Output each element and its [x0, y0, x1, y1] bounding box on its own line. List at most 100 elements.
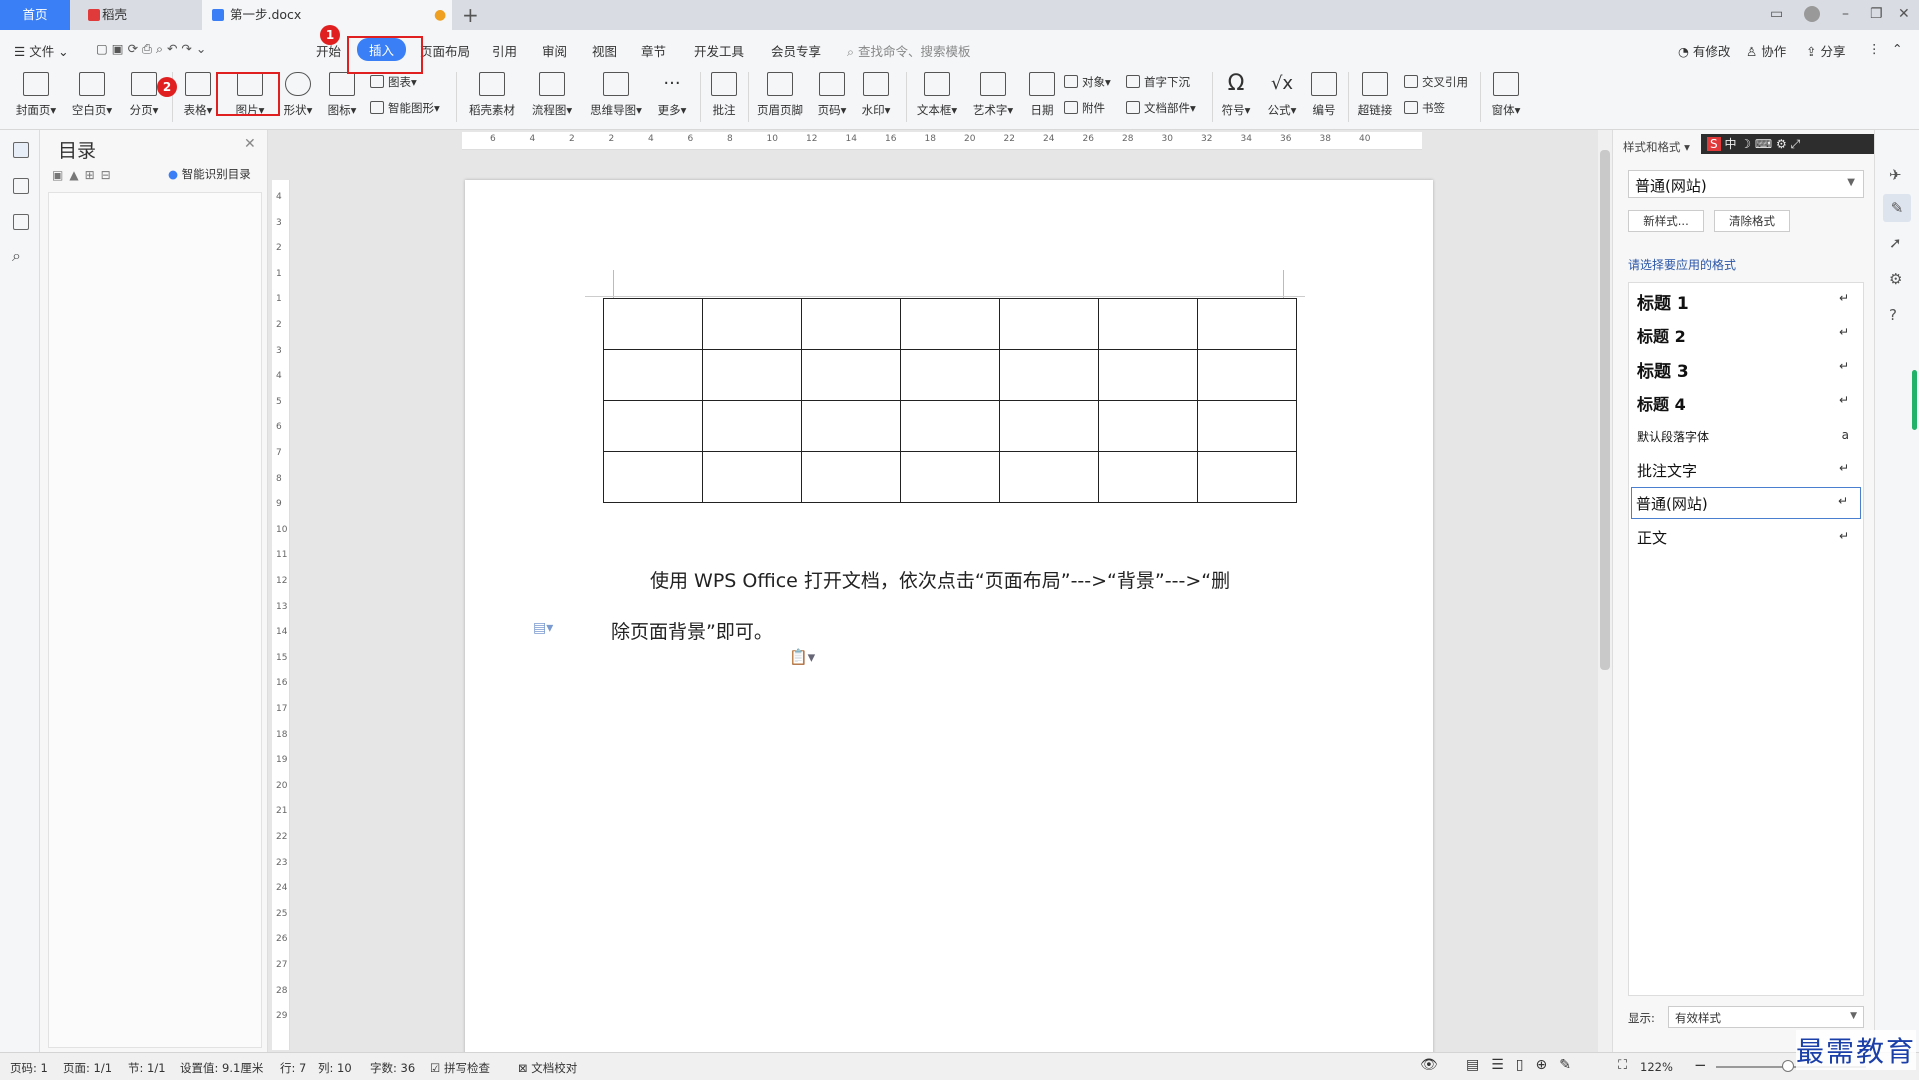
status-row[interactable]: 行: 7 — [280, 1060, 306, 1076]
table-cell[interactable] — [999, 451, 1099, 503]
flowchart-button[interactable]: 流程图▾ — [528, 72, 576, 118]
style-item-body[interactable]: 正文 ↵ — [1629, 521, 1863, 555]
table-cell[interactable] — [702, 400, 802, 452]
task-icon[interactable]: ✈ — [1889, 166, 1902, 184]
table-cell[interactable] — [702, 349, 802, 401]
bookmark-nav-icon[interactable] — [13, 214, 29, 230]
document-page[interactable]: 使用 WPS Office 打开文档，依次点击“页面布局”--->“背景”---… — [465, 180, 1433, 1060]
symbol-button[interactable]: Ω 符号▾ — [1216, 72, 1256, 118]
clear-format-button[interactable]: 清除格式 — [1714, 210, 1790, 232]
minimize-icon[interactable]: – — [1842, 6, 1849, 22]
new-style-button[interactable]: 新样式... — [1628, 210, 1704, 232]
table-cell[interactable] — [900, 400, 1000, 452]
menu-dev-tools[interactable]: 开发工具 — [694, 41, 744, 60]
table-cell[interactable] — [603, 400, 703, 452]
view-mode-icons[interactable]: ▤☰▯⊕✎ — [1466, 1057, 1583, 1073]
table-cell[interactable] — [603, 298, 703, 350]
current-style-select[interactable]: 普通(网站) ▼ — [1628, 170, 1864, 198]
search-icon[interactable]: ⌕ — [12, 246, 21, 266]
tab-daoke[interactable]: 稻壳 — [72, 0, 200, 30]
menu-member[interactable]: 会员专享 — [771, 41, 821, 60]
table-cell[interactable] — [900, 451, 1000, 503]
header-footer-button[interactable]: 页眉页脚 — [752, 72, 808, 118]
table-cell[interactable] — [999, 349, 1099, 401]
smart-toc-button[interactable]: ● 智能识别目录 — [168, 166, 251, 182]
docpart-button[interactable]: 文档部件▾ — [1126, 100, 1196, 116]
style-item-comment-text[interactable]: 批注文字 ↵ — [1629, 453, 1863, 487]
layout-icon[interactable]: ▭ — [1770, 6, 1783, 22]
avatar[interactable] — [1804, 6, 1820, 22]
object-button[interactable]: 对象▾ — [1064, 74, 1111, 90]
table-cell[interactable] — [801, 400, 901, 452]
table-cell[interactable] — [1098, 349, 1198, 401]
spell-check-button[interactable]: ☑ 拼写检查 — [430, 1060, 490, 1076]
table-cell[interactable] — [702, 451, 802, 503]
select-cursor-icon[interactable]: ➚ — [1889, 234, 1902, 252]
zoom-level[interactable]: 122% — [1640, 1060, 1673, 1074]
menu-file[interactable]: ☰ 文件 ⌄ — [14, 41, 69, 60]
toc-level-controls[interactable]: ▣▲⊞⊟ — [52, 168, 117, 182]
restore-icon[interactable]: ❐ — [1870, 6, 1883, 22]
attachment-button[interactable]: 附件 — [1064, 100, 1105, 116]
status-column[interactable]: 列: 10 — [318, 1060, 352, 1076]
eye-protection-icon[interactable]: 👁 — [1420, 1057, 1438, 1073]
paragraph-line-2[interactable]: 除页面背景”即可。 — [611, 617, 773, 644]
status-pages[interactable]: 页面: 1/1 — [63, 1060, 112, 1076]
blank-page-button[interactable]: 空白页▾ — [68, 72, 116, 118]
wordart-button[interactable]: 艺术字▾ — [968, 72, 1018, 118]
menu-reference[interactable]: 引用 — [492, 41, 517, 60]
paragraph-handle-icon[interactable]: ▤▾ — [533, 620, 553, 636]
form-button[interactable]: 窗体▾ — [1486, 72, 1526, 118]
menu-review[interactable]: 审阅 — [542, 41, 567, 60]
mindmap-button[interactable]: 思维导图▾ — [586, 72, 646, 118]
collab-button[interactable]: ♙ 协作 — [1746, 41, 1786, 60]
show-filter-select[interactable]: 有效样式 ▼ — [1668, 1006, 1864, 1028]
style-item-normal-web[interactable]: 普通(网站) ↵ — [1631, 487, 1861, 519]
style-item-default-font[interactable]: 默认段落字体 a — [1629, 419, 1863, 453]
table-cell[interactable] — [1197, 400, 1297, 452]
table-cell[interactable] — [900, 349, 1000, 401]
table-cell[interactable] — [900, 298, 1000, 350]
crossref-button[interactable]: 交叉引用 — [1404, 74, 1468, 90]
status-wordcount[interactable]: 字数: 36 — [370, 1060, 415, 1076]
watermark-button[interactable]: 水印▾ — [856, 72, 896, 118]
shape-button[interactable]: 形状▾ — [278, 72, 318, 118]
table-cell[interactable] — [801, 298, 901, 350]
dropcap-button[interactable]: 首字下沉 — [1126, 74, 1190, 90]
command-search[interactable]: ⌕ 查找命令、搜索模板 — [847, 41, 971, 60]
ime-toolbar[interactable]: S 中 ☽ ⌨ ⚙ ⤢ — [1701, 134, 1875, 154]
menu-layout[interactable]: 页面布局 — [420, 41, 470, 60]
bookmark-button[interactable]: 书签 — [1404, 100, 1445, 116]
more-icon[interactable]: ⋮ — [1868, 41, 1881, 56]
icon-button[interactable]: 图标▾ — [322, 72, 362, 118]
modified-button[interactable]: ◔ 有修改 — [1678, 41, 1730, 60]
daoke-material-button[interactable]: 稻壳素材 — [464, 72, 520, 118]
chapter-nav-icon[interactable] — [13, 178, 29, 194]
close-icon[interactable]: ✕ — [1898, 6, 1910, 22]
table-cell[interactable] — [603, 451, 703, 503]
zoom-slider-handle[interactable] — [1782, 1060, 1794, 1072]
settings-icon[interactable]: ⚙ — [1889, 270, 1902, 288]
side-scroll-indicator[interactable] — [1912, 370, 1917, 430]
document-table[interactable] — [603, 298, 1297, 503]
collapse-ribbon-icon[interactable]: ⌃ — [1892, 41, 1902, 56]
help-icon[interactable]: ? — [1889, 306, 1897, 324]
close-icon[interactable]: ✕ — [244, 136, 256, 152]
table-cell[interactable] — [1197, 349, 1297, 401]
status-page[interactable]: 页码: 1 — [10, 1060, 48, 1076]
table-cell[interactable] — [603, 349, 703, 401]
new-tab-icon[interactable]: + — [462, 3, 479, 27]
date-button[interactable]: 日期 — [1024, 72, 1060, 118]
comment-button[interactable]: 批注 — [706, 72, 742, 118]
status-setting[interactable]: 设置值: 9.1厘米 — [180, 1060, 263, 1076]
toc-nav-icon[interactable] — [13, 142, 29, 158]
formula-button[interactable]: √x 公式▾ — [1262, 72, 1302, 118]
table-button[interactable]: 表格▾ — [178, 72, 218, 118]
menu-chapter[interactable]: 章节 — [641, 41, 666, 60]
share-button[interactable]: ⇪ 分享 — [1806, 41, 1845, 60]
styles-pen-icon[interactable]: ✎ — [1883, 194, 1911, 222]
quick-access-toolbar[interactable]: ▢ ▣ ⟳ ⎙ ⌕ ↶ ↷ ⌄ — [96, 41, 206, 57]
table-cell[interactable] — [999, 400, 1099, 452]
table-cell[interactable] — [801, 451, 901, 503]
proofread-button[interactable]: ⊠ 文档校对 — [518, 1060, 577, 1076]
